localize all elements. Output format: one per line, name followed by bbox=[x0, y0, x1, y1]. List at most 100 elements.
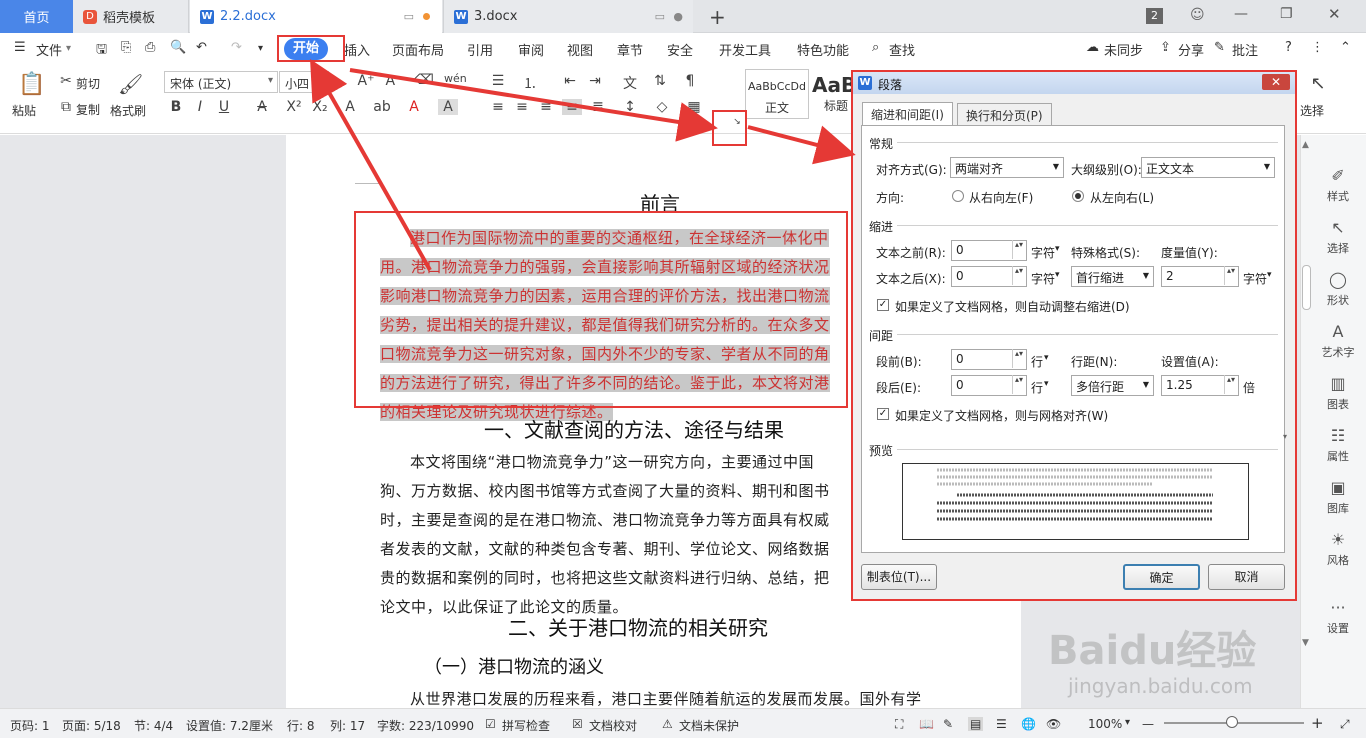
decrease-indent-icon[interactable]: ⇤ bbox=[560, 73, 580, 89]
preview-icon[interactable]: 🔍 bbox=[170, 40, 186, 55]
undo-icon[interactable]: ↶ bbox=[196, 40, 207, 55]
new-tab-icon[interactable]: + bbox=[709, 5, 726, 29]
status-words[interactable]: 字数: 223/10990 bbox=[377, 717, 474, 734]
grid-align-checkbox[interactable]: ✓ bbox=[877, 408, 889, 420]
zoom-dropdown-icon[interactable]: ▾ bbox=[1125, 717, 1130, 728]
cancel-button[interactable]: 取消 bbox=[1208, 564, 1285, 590]
save-icon[interactable]: 🖫 bbox=[96, 40, 107, 62]
copy-icon[interactable]: ⧉ bbox=[56, 99, 76, 115]
sidebar-shape[interactable]: ◯ 形状 bbox=[1310, 270, 1366, 308]
align-right-icon[interactable]: ≡ bbox=[536, 99, 556, 115]
web-view-icon[interactable]: 🌐 bbox=[1021, 717, 1036, 731]
dialog-close-button[interactable]: ✕ bbox=[1262, 74, 1290, 90]
unit-line[interactable]: 行 bbox=[1031, 379, 1043, 396]
spacing-after-input[interactable]: 0 bbox=[951, 375, 1027, 396]
sidebar-style[interactable]: ✐ 样式 bbox=[1310, 166, 1366, 204]
strikethrough-icon[interactable]: A bbox=[252, 99, 272, 115]
justify-icon[interactable]: ≡ bbox=[562, 99, 582, 115]
sidebar-select[interactable]: ↖ 选择 bbox=[1310, 218, 1366, 256]
menu-dev[interactable]: 开发工具 bbox=[719, 40, 771, 59]
status-proof[interactable]: 文档校对 bbox=[589, 717, 637, 734]
write-mode-icon[interactable]: ✎ bbox=[943, 717, 953, 731]
shrink-font-icon[interactable]: A⁻ bbox=[384, 73, 404, 89]
increase-indent-icon[interactable]: ⇥ bbox=[585, 73, 605, 89]
shading-icon[interactable]: ◇ bbox=[652, 99, 672, 115]
menu-view[interactable]: 视图 bbox=[567, 40, 593, 59]
share-icon[interactable]: ⇪ bbox=[1160, 40, 1171, 55]
sidebar-property[interactable]: ☷ 属性 bbox=[1310, 426, 1366, 464]
zoom-in-icon[interactable]: + bbox=[1311, 714, 1324, 732]
cut-icon[interactable]: ✂ bbox=[56, 73, 76, 89]
panel-scroll-icon[interactable]: ▾ bbox=[1283, 432, 1287, 441]
before-text-input[interactable]: 0 bbox=[951, 240, 1027, 261]
status-setting[interactable]: 设置值: 7.2厘米 bbox=[186, 717, 273, 734]
unit-dropdown-icon[interactable]: ▾ bbox=[1267, 270, 1272, 280]
sidebar-settings[interactable]: ··· 设置 bbox=[1310, 598, 1366, 636]
after-text-input[interactable]: 0 bbox=[951, 266, 1027, 287]
minimize-icon[interactable]: — bbox=[1234, 6, 1248, 22]
status-spell-check[interactable]: 拼写检查 bbox=[502, 717, 550, 734]
unit-line[interactable]: 行 bbox=[1031, 353, 1043, 370]
menu-insert[interactable]: 插入 bbox=[344, 40, 370, 59]
status-protect[interactable]: 文档未保护 bbox=[679, 717, 739, 734]
subscript-icon[interactable]: X₂ bbox=[310, 99, 330, 115]
font-name-select[interactable]: 宋体 (正文) bbox=[164, 71, 278, 93]
unit-dropdown-icon[interactable]: ▾ bbox=[1055, 270, 1060, 280]
borders-icon[interactable]: ▦ bbox=[684, 99, 704, 115]
line-spacing-value-input[interactable]: 1.25 bbox=[1161, 375, 1239, 396]
tab-doc-2-2[interactable]: W 2.2.docx ▭ bbox=[190, 0, 442, 33]
tab-indent-spacing[interactable]: 缩进和间距(I) bbox=[862, 102, 953, 126]
tab-doc-3[interactable]: W 3.docx ▭ ● bbox=[443, 0, 693, 33]
unit-dropdown-icon[interactable]: ▾ bbox=[1044, 353, 1049, 363]
style-heading[interactable]: AaB 标题 bbox=[812, 69, 856, 119]
print-icon[interactable]: ⎙ bbox=[145, 40, 155, 55]
window-count-badge[interactable]: 2 bbox=[1146, 8, 1163, 24]
cut-button[interactable]: 剪切 bbox=[76, 75, 100, 92]
restore-icon[interactable]: ❐ bbox=[1280, 6, 1293, 22]
outline-view-icon[interactable]: ☰ bbox=[996, 717, 1007, 731]
hamburger-icon[interactable]: ☰ bbox=[14, 40, 26, 55]
style-normal[interactable]: AaBbCcDd 正文 bbox=[745, 69, 809, 119]
body-line[interactable]: 贵的数据和案例的同时，也将把这些文献资料进行归纳、总结，把 bbox=[380, 564, 830, 594]
body-line[interactable]: 本文将围绕“港口物流竞争力”这一研究方向，主要通过中国 bbox=[410, 448, 814, 478]
format-painter-icon[interactable]: 🖌 bbox=[118, 72, 143, 96]
help-icon[interactable]: ? bbox=[1285, 40, 1292, 55]
select-cursor-icon[interactable]: ↖ bbox=[1308, 73, 1328, 94]
select-button[interactable]: 选择 bbox=[1300, 102, 1324, 119]
heading-3[interactable]: （一）港口物流的涵义 bbox=[424, 653, 604, 679]
line-spacing-select[interactable]: 多倍行距 bbox=[1071, 375, 1154, 396]
collapse-ribbon-icon[interactable]: ⌃ bbox=[1340, 40, 1351, 55]
tab-line-page-breaks[interactable]: 换行和分页(P) bbox=[957, 103, 1052, 125]
italic-icon[interactable]: I bbox=[190, 99, 210, 115]
spacing-before-input[interactable]: 0 bbox=[951, 349, 1027, 370]
menu-search[interactable]: 查找 bbox=[889, 40, 915, 59]
grow-font-icon[interactable]: A⁺ bbox=[356, 73, 376, 89]
search-icon[interactable]: ⌕ bbox=[872, 40, 879, 55]
underline-icon[interactable]: U bbox=[214, 99, 234, 115]
numbering-icon[interactable]: ⒈ bbox=[520, 73, 540, 93]
body-line[interactable]: 狗、万方数据、校内图书馆等方式查阅了大量的资料、期刊和图书 bbox=[380, 477, 830, 507]
scroll-down-icon[interactable]: ▼ bbox=[1302, 638, 1312, 650]
scroll-up-icon[interactable]: ▲ bbox=[1302, 140, 1312, 152]
body-line[interactable]: 者发表的文献，文献的种类包含专著、期刊、学位论文、网络数据 bbox=[380, 535, 830, 565]
unit-char[interactable]: 字符 bbox=[1031, 270, 1055, 287]
export-icon[interactable]: ⎘ bbox=[121, 40, 131, 55]
menu-review[interactable]: 审阅 bbox=[518, 40, 544, 59]
sync-status[interactable]: 未同步 bbox=[1104, 40, 1143, 59]
unit-char[interactable]: 字符 bbox=[1031, 244, 1055, 261]
chinese-layout-icon[interactable]: 文 bbox=[620, 73, 640, 93]
rtl-label[interactable]: 从右向左(F) bbox=[969, 189, 1033, 206]
status-row[interactable]: 行: 8 bbox=[287, 717, 315, 734]
measure-input[interactable]: 2 bbox=[1161, 266, 1239, 287]
menu-security[interactable]: 安全 bbox=[667, 40, 693, 59]
status-page-no[interactable]: 页码: 1 bbox=[10, 717, 50, 734]
superscript-icon[interactable]: X² bbox=[284, 99, 304, 115]
grid-align-label[interactable]: 如果定义了文档网格，则与网格对齐(W) bbox=[895, 407, 1108, 424]
ltr-label[interactable]: 从左向右(L) bbox=[1090, 189, 1154, 206]
comment-button[interactable]: 批注 bbox=[1232, 40, 1258, 59]
zoom-slider-handle[interactable] bbox=[1226, 716, 1238, 728]
sort-icon[interactable]: ⇅ bbox=[650, 73, 670, 89]
text-effect-icon[interactable]: A bbox=[340, 99, 360, 115]
char-shading-icon[interactable]: A bbox=[438, 99, 458, 115]
dialog-title-bar[interactable] bbox=[853, 72, 1295, 94]
